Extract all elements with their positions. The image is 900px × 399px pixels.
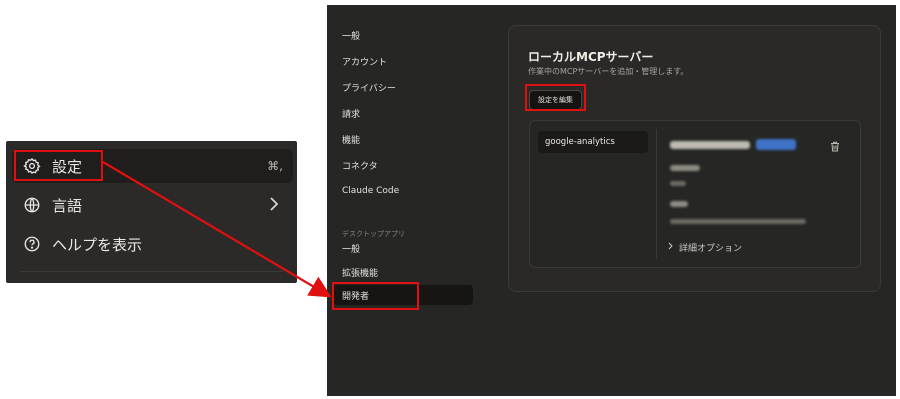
arrow-annotation: [102, 161, 332, 298]
